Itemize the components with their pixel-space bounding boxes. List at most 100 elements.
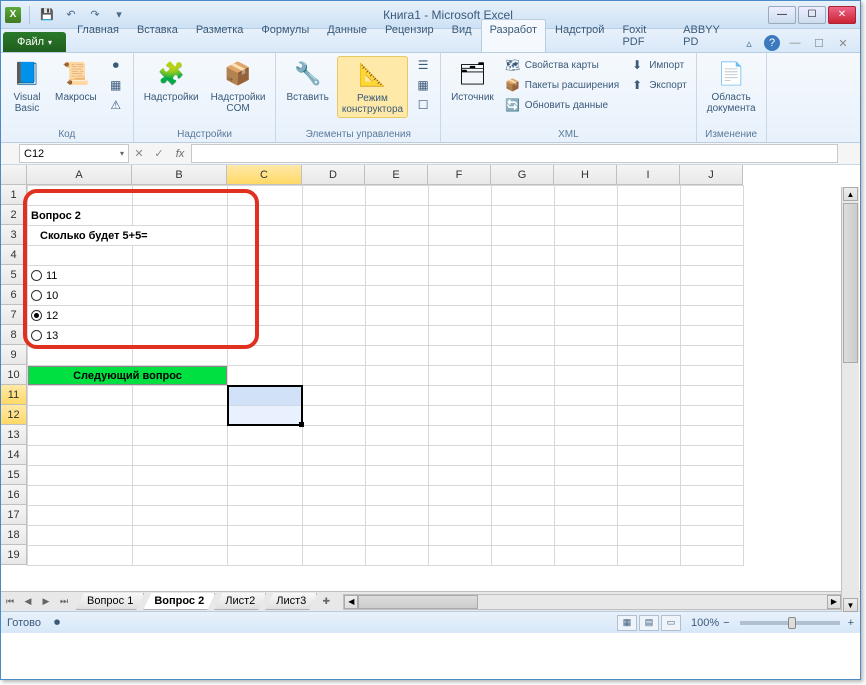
cell-C10[interactable] [228, 366, 303, 386]
row-header-13[interactable]: 13 [1, 425, 27, 445]
cell-B19[interactable] [133, 546, 228, 566]
cell-A13[interactable] [28, 426, 133, 446]
radio-icon[interactable] [31, 330, 42, 341]
cell-D18[interactable] [303, 526, 366, 546]
cell-C4[interactable] [228, 246, 303, 266]
tab-разметка[interactable]: Разметка [187, 19, 253, 52]
cancel-formula-icon[interactable]: ✕ [129, 147, 149, 160]
cell-B18[interactable] [133, 526, 228, 546]
name-box[interactable]: C12▾ [19, 144, 129, 163]
cell-D15[interactable] [303, 466, 366, 486]
tab-foxit pdf[interactable]: Foxit PDF [613, 19, 674, 52]
cell-D19[interactable] [303, 546, 366, 566]
row-header-12[interactable]: 12 [1, 405, 27, 425]
worksheet-grid[interactable]: ABCDEFGHIJ 12345678910111213141516171819… [1, 165, 860, 591]
cell-H11[interactable] [555, 386, 618, 406]
relative-refs-button[interactable]: ▦ [105, 76, 127, 94]
tab-abbyy pd[interactable]: ABBYY PD [674, 19, 740, 52]
tab-формулы[interactable]: Формулы [252, 19, 318, 52]
cell-A15[interactable] [28, 466, 133, 486]
cell-B17[interactable] [133, 506, 228, 526]
cell-G15[interactable] [492, 466, 555, 486]
cell-D4[interactable] [303, 246, 366, 266]
view-pagebreak-icon[interactable]: ▭ [661, 615, 681, 631]
visual-basic-button[interactable]: 📘 Visual Basic [7, 56, 47, 116]
sheet-tab-2[interactable]: Лист2 [214, 593, 266, 610]
qat-save-icon[interactable]: 💾 [38, 6, 56, 24]
cell-F17[interactable] [429, 506, 492, 526]
radio-option-3[interactable]: 13 [31, 330, 129, 342]
cell-A17[interactable] [28, 506, 133, 526]
cell-E18[interactable] [366, 526, 429, 546]
cell-E19[interactable] [366, 546, 429, 566]
cell-F7[interactable] [429, 306, 492, 326]
cell-J6[interactable] [681, 286, 744, 306]
run-dialog-button[interactable]: ☐ [412, 96, 434, 114]
cell-F8[interactable] [429, 326, 492, 346]
cell-C2[interactable] [228, 206, 303, 226]
record-macro-button[interactable]: ⏺ [105, 56, 127, 74]
cell-B4[interactable] [133, 246, 228, 266]
radio-icon[interactable] [31, 290, 42, 301]
addins-button[interactable]: 🧩 Надстройки [140, 56, 203, 105]
col-header-G[interactable]: G [491, 165, 554, 185]
cell-B9[interactable] [133, 346, 228, 366]
cell-A5[interactable]: 11 [28, 266, 133, 286]
cell-A3[interactable]: Сколько будет 5+5= [28, 226, 228, 246]
cell-G4[interactable] [492, 246, 555, 266]
cell-F4[interactable] [429, 246, 492, 266]
cell-A6[interactable]: 10 [28, 286, 133, 306]
cell-A2[interactable]: Вопрос 2 [28, 206, 133, 226]
cell-C9[interactable] [228, 346, 303, 366]
view-code-button[interactable]: ▦ [412, 76, 434, 94]
close-button[interactable]: ✕ [828, 6, 856, 24]
cell-G1[interactable] [492, 186, 555, 206]
macro-security-button[interactable]: ⚠ [105, 96, 127, 114]
new-sheet-icon[interactable]: ✚ [317, 593, 335, 611]
properties-button[interactable]: ☰ [412, 56, 434, 74]
cell-H10[interactable] [555, 366, 618, 386]
cell-G16[interactable] [492, 486, 555, 506]
cell-A19[interactable] [28, 546, 133, 566]
radio-option-1[interactable]: 10 [31, 290, 129, 302]
cell-E13[interactable] [366, 426, 429, 446]
cell-I8[interactable] [618, 326, 681, 346]
col-header-B[interactable]: B [132, 165, 227, 185]
cell-A12[interactable] [28, 406, 133, 426]
cell-D17[interactable] [303, 506, 366, 526]
cell-G8[interactable] [492, 326, 555, 346]
cell-B6[interactable] [133, 286, 228, 306]
cell-G19[interactable] [492, 546, 555, 566]
cell-C19[interactable] [228, 546, 303, 566]
col-header-J[interactable]: J [680, 165, 743, 185]
cell-D16[interactable] [303, 486, 366, 506]
cell-G7[interactable] [492, 306, 555, 326]
cell-E1[interactable] [366, 186, 429, 206]
cell-H3[interactable] [555, 226, 618, 246]
cell-F14[interactable] [429, 446, 492, 466]
import-button[interactable]: ⬇Импорт [626, 56, 690, 74]
com-addins-button[interactable]: 📦 Надстройки COM [207, 56, 270, 116]
cell-I11[interactable] [618, 386, 681, 406]
cell-G3[interactable] [492, 226, 555, 246]
cell-J16[interactable] [681, 486, 744, 506]
tab-file[interactable]: Файл [3, 32, 66, 52]
cell-G2[interactable] [492, 206, 555, 226]
cell-G6[interactable] [492, 286, 555, 306]
cell-E2[interactable] [366, 206, 429, 226]
cell-E4[interactable] [366, 246, 429, 266]
doc-minimize-icon[interactable]: — [786, 34, 804, 52]
cell-H17[interactable] [555, 506, 618, 526]
expansion-packs-button[interactable]: 📦Пакеты расширения [502, 76, 622, 94]
cell-E12[interactable] [366, 406, 429, 426]
cell-I2[interactable] [618, 206, 681, 226]
cell-I14[interactable] [618, 446, 681, 466]
doc-restore-icon[interactable]: ☐ [810, 34, 828, 52]
cell-D1[interactable] [303, 186, 366, 206]
cell-E15[interactable] [366, 466, 429, 486]
row-header-4[interactable]: 4 [1, 245, 27, 265]
cell-F3[interactable] [429, 226, 492, 246]
cell-I1[interactable] [618, 186, 681, 206]
zoom-slider[interactable] [740, 621, 840, 625]
formula-input[interactable] [191, 144, 838, 163]
